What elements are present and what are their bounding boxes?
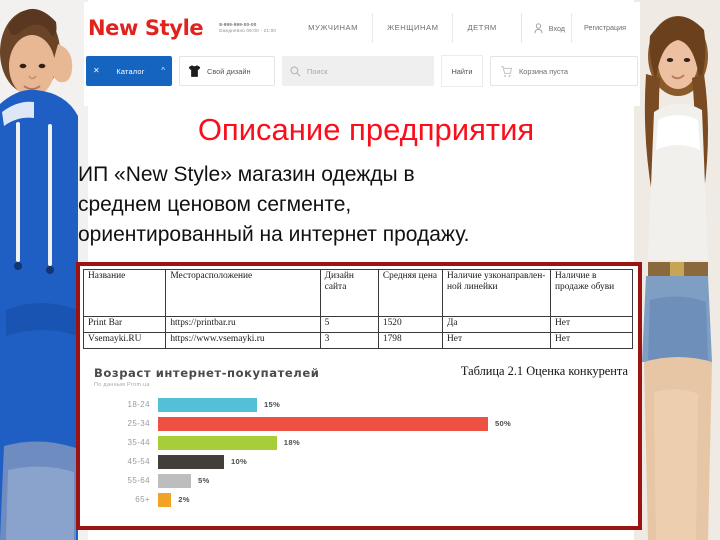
chart-bar-rows: 18-24 15% 25-34 50% 35-44 18% 45-54 10% 55-64 5% 6… [94, 396, 564, 508]
table-row: Print Bar https://printbar.ru 5 1520 Да … [82, 316, 633, 333]
nav-item-men[interactable]: МУЖЧИНАМ [294, 13, 372, 43]
chart-title: Возраст интернет-покупателей [94, 366, 320, 380]
own-design-label: Свой дизайн [207, 66, 251, 76]
table-body: Print Bar https://printbar.ru 5 1520 Да … [82, 316, 633, 349]
model-photo-right [634, 0, 720, 540]
description-paragraph: ИП «New Style» магазин одежды в среднем … [78, 160, 638, 250]
search-input[interactable]: Поиск [307, 67, 327, 76]
cell-narrow-line: Нет [442, 332, 552, 349]
chart-category-label: 45-54 [127, 457, 150, 466]
page-title: Описание предприятия [197, 112, 535, 147]
cart-icon [501, 65, 512, 77]
website-header-mock: New Style 8-999-999-00-00 Ежедневно 09:0… [84, 2, 640, 106]
site-logo[interactable]: New Style [88, 16, 204, 40]
account-area: Вход Регистрация [520, 13, 626, 43]
chart-category-label: 35-44 [127, 438, 150, 447]
table-head: Название Месторасположение Дизайн сайта … [82, 269, 633, 317]
search-field[interactable]: Поиск [282, 56, 434, 86]
person-icon [534, 22, 543, 33]
chart-bar-zone: 15% [158, 397, 564, 412]
catalog-button-label: Каталог [116, 66, 145, 76]
content-frame: Название Месторасположение Дизайн сайта … [76, 262, 642, 530]
chart-bar-row: 18-24 15% [94, 396, 564, 413]
login-link[interactable]: Вход [549, 24, 565, 33]
th-shoes: Наличие в продаже обуви [550, 269, 633, 317]
register-link[interactable]: Регистрация [571, 13, 626, 43]
description-line-3: ориентированный на интернет продажу. [78, 223, 470, 246]
header-top-row: New Style 8-999-999-00-00 Ежедневно 09:0… [84, 8, 640, 48]
chart-bar-zone: 50% [158, 416, 564, 431]
cart-button[interactable]: Корзина пуста [490, 56, 638, 86]
chart-value-label: 18% [283, 438, 300, 447]
chart-bar-row: 45-54 10% [94, 453, 564, 470]
chart-bar-zone: 2% [158, 492, 564, 507]
description-line-2: среднем ценовом сегменте, [78, 193, 352, 216]
main-nav: МУЖЧИНАМ ЖЕНЩИНАМ ДЕТЯМ [294, 13, 511, 43]
chart-bar [158, 435, 277, 450]
chart-bar [158, 454, 224, 469]
tshirt-icon [188, 65, 201, 77]
table-header-row: Название Месторасположение Дизайн сайта … [82, 269, 633, 317]
chart-bar-row: 65+ 2% [94, 491, 564, 508]
cell-price: 1798 [377, 332, 444, 349]
chart-bar-zone: 18% [158, 435, 564, 450]
model-photo-left [0, 0, 88, 540]
find-button[interactable]: Найти [441, 55, 483, 87]
chart-bar [158, 397, 257, 412]
cell-shoes: Нет [550, 332, 633, 349]
chart-value-label: 15% [264, 400, 281, 409]
chart-category-label: 18-24 [127, 400, 150, 409]
model-photo-left-art [0, 0, 88, 540]
table-row: Vsemayki.RU https://www.vsemayki.ru 3 17… [82, 332, 633, 349]
chart-bar [158, 492, 172, 507]
search-icon [290, 66, 301, 77]
description-line-1: ИП «New Style» магазин одежды в [78, 163, 415, 186]
chevron-up-icon: ^ [161, 66, 165, 75]
chart-bar-zone: 10% [158, 454, 564, 469]
chart-value-label: 2% [178, 495, 190, 504]
cell-name: Print Bar [82, 316, 167, 333]
chart-subtitle: По данным Prom.ua [94, 382, 150, 388]
competitor-table: Название Месторасположение Дизайн сайта … [82, 269, 633, 349]
th-narrow-line: Наличие узконаправлен-ной линейки [442, 269, 552, 317]
find-button-label: Найти [451, 66, 473, 76]
catalog-button[interactable]: ✕ Каталог ^ [86, 56, 172, 86]
cell-name: Vsemayki.RU [82, 332, 167, 349]
th-location: Месторасположение [165, 269, 321, 317]
chart-bar-zone: 5% [158, 473, 564, 488]
nav-item-kids[interactable]: ДЕТЯМ [452, 13, 510, 43]
chart-category-label: 55-64 [127, 476, 150, 485]
chart-value-label: 5% [198, 476, 210, 485]
cell-design: 3 [319, 332, 379, 349]
chart-value-label: 10% [231, 457, 248, 466]
th-design: Дизайн сайта [319, 269, 379, 317]
age-bar-chart: Возраст интернет-покупателей По данным P… [94, 366, 564, 516]
close-x-icon: ✕ [93, 66, 100, 75]
cell-price: 1520 [377, 316, 444, 333]
chart-bar [158, 416, 488, 431]
chart-bar-row: 55-64 5% [94, 472, 564, 489]
chart-bar [158, 473, 191, 488]
header-toolbar-row: ✕ Каталог ^ Свой дизайн Поиск Найти Корз… [86, 54, 638, 88]
cell-location: https://printbar.ru [165, 316, 321, 333]
chart-category-label: 65+ [135, 495, 150, 504]
th-price: Средняя цена [377, 269, 444, 317]
chart-value-label: 50% [495, 419, 512, 428]
chart-bar-row: 25-34 50% [94, 415, 564, 432]
nav-item-women[interactable]: ЖЕНЩИНАМ [372, 13, 452, 43]
cart-label: Корзина пуста [519, 66, 568, 76]
cell-shoes: Нет [550, 316, 633, 333]
contact-block: 8-999-999-00-00 Ежедневно 09:00 - 21:00 [219, 22, 276, 33]
working-hours: Ежедневно 09:00 - 21:00 [219, 28, 277, 33]
cell-design: 5 [319, 316, 379, 333]
chart-bar-row: 35-44 18% [94, 434, 564, 451]
cell-narrow-line: Да [442, 316, 552, 333]
th-name: Название [82, 269, 167, 317]
model-photo-right-art [634, 0, 720, 540]
cell-location: https://www.vsemayki.ru [165, 332, 321, 349]
own-design-button[interactable]: Свой дизайн [179, 56, 275, 86]
chart-category-label: 25-34 [127, 419, 150, 428]
slide-canvas: New Style 8-999-999-00-00 Ежедневно 09:0… [0, 0, 720, 540]
